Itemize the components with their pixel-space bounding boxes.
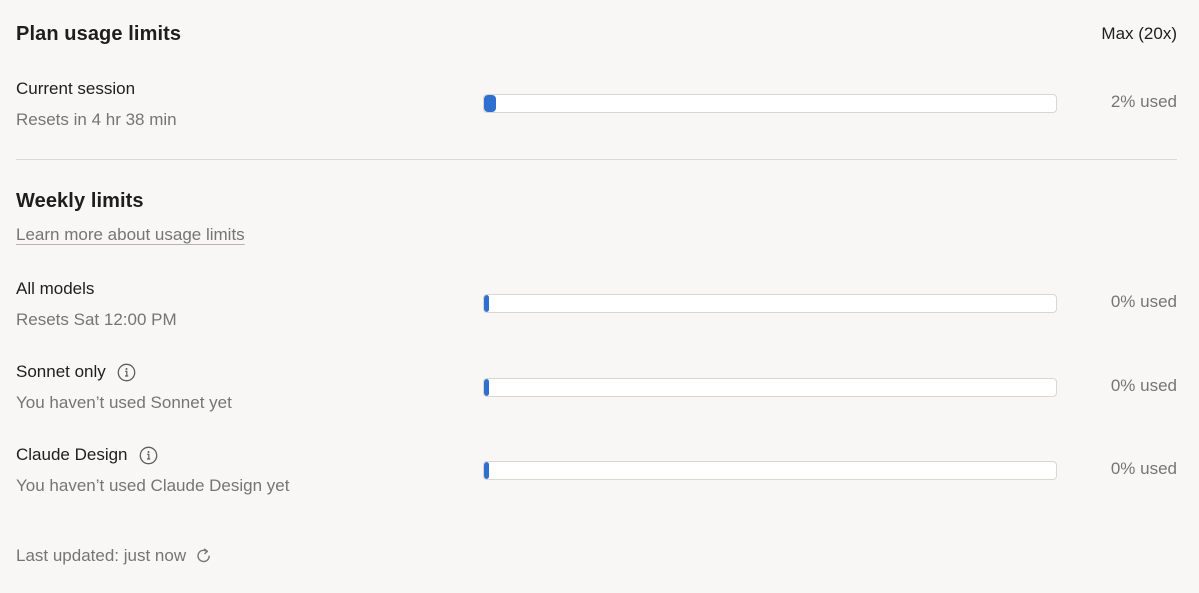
sonnet-only-percent: 0% used — [1110, 376, 1177, 395]
all-models-label: All models — [16, 279, 95, 298]
sonnet-only-progress-fill — [484, 379, 489, 396]
sonnet-only-status: You haven’t used Sonnet yet — [16, 393, 232, 412]
current-session-label: Current session — [16, 79, 136, 98]
info-icon[interactable] — [139, 446, 158, 465]
claude-design-info: Claude Design You haven’t used Claude De… — [16, 443, 456, 498]
all-models-progress-fill — [484, 295, 489, 312]
last-updated-text: Last updated: just now — [16, 546, 187, 565]
last-updated-footer: Last updated: just now — [16, 546, 213, 566]
all-models-percent: 0% used — [1110, 292, 1177, 311]
current-session-reset: Resets in 4 hr 38 min — [16, 110, 177, 129]
all-models-info: All models Resets Sat 12:00 PM — [16, 277, 456, 332]
learn-more-link[interactable]: Learn more about usage limits — [16, 225, 245, 245]
claude-design-status: You haven’t used Claude Design yet — [16, 476, 290, 495]
weekly-row-sonnet-only: Sonnet only You haven’t used Sonnet yet … — [16, 360, 1177, 416]
all-models-progress-bar — [483, 294, 1057, 313]
plan-usage-title: Plan usage limits — [16, 22, 182, 45]
current-session-progress-fill — [484, 95, 496, 112]
plan-header: Plan usage limits Max (20x) — [16, 20, 1177, 48]
claude-design-progress-fill — [484, 462, 489, 479]
current-session-progress-bar — [483, 94, 1057, 113]
claude-design-progress-bar — [483, 461, 1057, 480]
sonnet-only-progress-bar — [483, 378, 1057, 397]
all-models-reset: Resets Sat 12:00 PM — [16, 310, 177, 329]
section-divider — [16, 159, 1177, 160]
claude-design-percent: 0% used — [1110, 459, 1177, 478]
weekly-limits-title: Weekly limits — [16, 190, 144, 212]
sonnet-only-label: Sonnet only — [16, 362, 106, 381]
current-session-row: Current session Resets in 4 hr 38 min 2%… — [16, 77, 1177, 133]
refresh-icon[interactable] — [195, 547, 213, 565]
claude-design-label: Claude Design — [16, 445, 128, 464]
sonnet-only-label-row: Sonnet only — [16, 360, 456, 384]
weekly-row-all-models: All models Resets Sat 12:00 PM 0% used — [16, 277, 1177, 333]
sonnet-only-info: Sonnet only You haven’t used Sonnet yet — [16, 360, 456, 415]
plan-name: Max (20x) — [1101, 24, 1177, 43]
info-icon[interactable] — [117, 363, 136, 382]
claude-design-label-row: Claude Design — [16, 443, 456, 467]
current-session-info: Current session Resets in 4 hr 38 min — [16, 77, 456, 132]
current-session-percent: 2% used — [1110, 92, 1177, 111]
weekly-row-claude-design: Claude Design You haven’t used Claude De… — [16, 443, 1177, 499]
usage-limits-panel: Plan usage limits Max (20x) Current sess… — [0, 0, 1199, 593]
